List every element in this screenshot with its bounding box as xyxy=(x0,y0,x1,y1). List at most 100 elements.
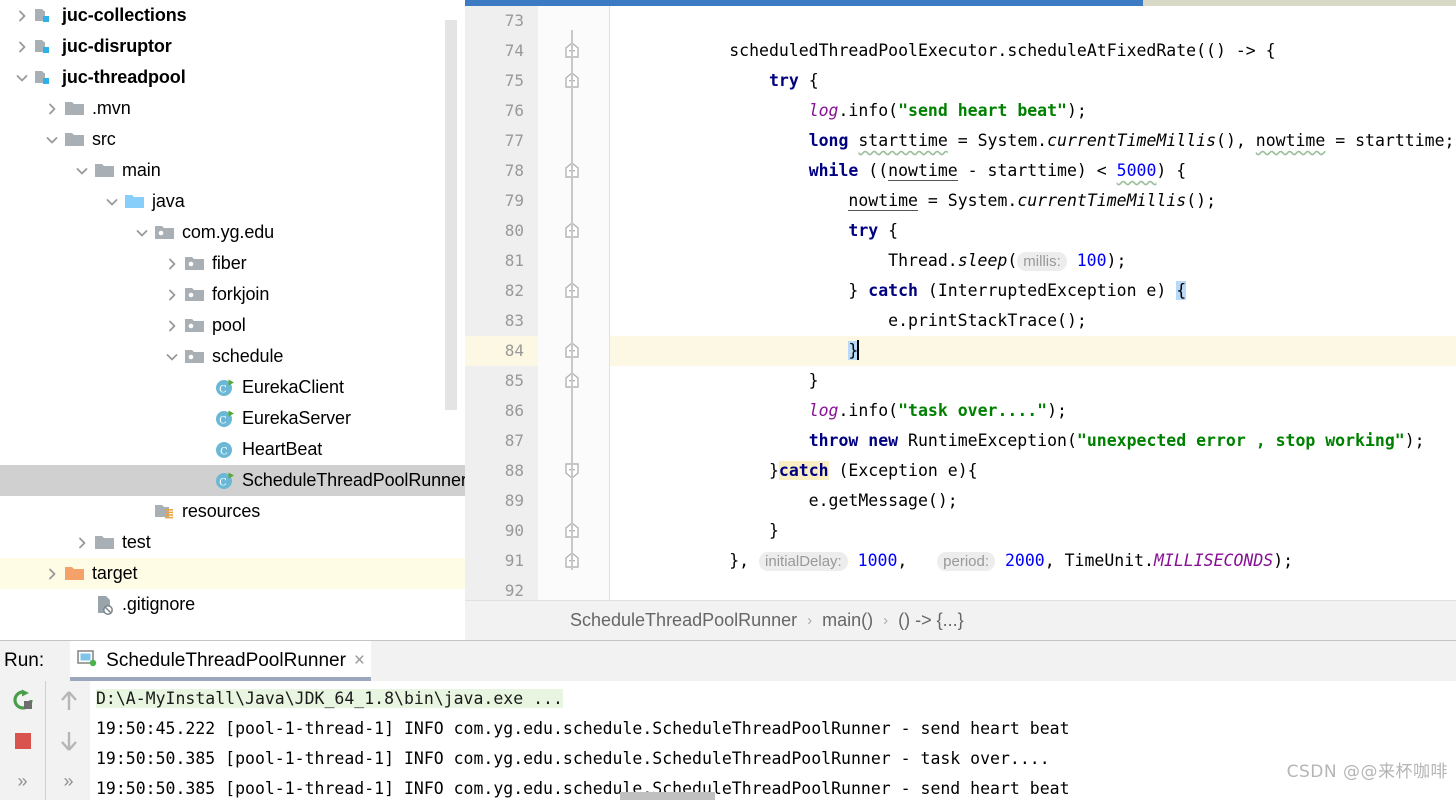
tree-row-eurekaserver[interactable]: C EurekaServer xyxy=(0,403,465,434)
rerun-button[interactable] xyxy=(0,681,45,721)
code-line[interactable]: log.info("task over...."); xyxy=(610,396,1456,426)
tree-row-juc-disruptor[interactable]: juc-disruptor xyxy=(0,31,465,62)
chevron-down-icon[interactable] xyxy=(14,70,30,86)
code-line[interactable]: e.getMessage(); xyxy=(610,486,1456,516)
chevron-down-icon[interactable] xyxy=(134,225,150,241)
chevron-right-icon[interactable] xyxy=(14,8,30,24)
code-line[interactable]: } catch (InterruptedException e) { xyxy=(610,276,1456,306)
line-number[interactable]: 82 xyxy=(505,276,524,306)
breadcrumb-item[interactable]: () -> {...} xyxy=(898,610,964,631)
run-tool-window[interactable]: Run: ScheduleThreadPoolRunner × » » D:\A… xyxy=(0,640,1456,800)
code-line[interactable]: e.printStackTrace(); xyxy=(610,306,1456,336)
console-command-line[interactable]: D:\A-MyInstall\Java\JDK_64_1.8\bin\java.… xyxy=(90,684,1456,714)
breadcrumb-item[interactable]: main() xyxy=(822,610,873,631)
line-number[interactable]: 78 xyxy=(505,156,524,186)
code-editor[interactable]: 73 74 75 76 77 78 79 80 81 82 83 84 85 86 87 88 89 90 91 92… xyxy=(465,0,1456,640)
tree-row-com-yg-edu[interactable]: com.yg.edu xyxy=(0,217,465,248)
tree-row-juc-collections[interactable]: juc-collections xyxy=(0,0,465,31)
line-number[interactable]: 91 xyxy=(505,546,524,576)
line-number[interactable]: 79 xyxy=(505,186,524,216)
chevron-right-icon[interactable] xyxy=(74,535,90,551)
tree-row-schedulethreadpoolrunner[interactable]: C ScheduleThreadPoolRunner xyxy=(0,465,465,496)
code-line[interactable]: } xyxy=(610,516,1456,546)
chevron-right-icon[interactable] xyxy=(164,256,180,272)
console-log-line[interactable]: 19:50:50.385 [pool-1-thread-1] INFO com.… xyxy=(90,744,1456,774)
tree-row-src[interactable]: src xyxy=(0,124,465,155)
code-line[interactable]: try { xyxy=(610,66,1456,96)
scroll-up-button[interactable] xyxy=(46,681,91,721)
editor-code-area[interactable]: scheduledThreadPoolExecutor.scheduleAtFi… xyxy=(610,6,1456,600)
line-number[interactable]: 76 xyxy=(505,96,524,126)
line-number[interactable]: 83 xyxy=(505,306,524,336)
console-output[interactable]: D:\A-MyInstall\Java\JDK_64_1.8\bin\java.… xyxy=(90,681,1456,800)
tree-row-fiber[interactable]: fiber xyxy=(0,248,465,279)
breadcrumb[interactable]: ScheduleThreadPoolRunner › main() › () -> {.… xyxy=(465,600,1456,640)
tree-row-target[interactable]: target xyxy=(0,558,465,589)
console-horizontal-scrollbar[interactable] xyxy=(620,792,715,800)
project-tree-scrollbar[interactable] xyxy=(445,20,457,410)
line-number[interactable]: 75 xyxy=(505,66,524,96)
tree-row-java[interactable]: java xyxy=(0,186,465,217)
more-left-button[interactable]: » xyxy=(0,761,45,800)
editor-fold-column[interactable] xyxy=(538,6,610,600)
close-icon[interactable]: × xyxy=(354,650,365,672)
code-line[interactable]: }, initialDelay: 1000, period: 2000, Tim… xyxy=(610,546,1456,576)
line-number[interactable]: 84 xyxy=(505,336,524,366)
run-tab[interactable]: ScheduleThreadPoolRunner × xyxy=(70,641,372,681)
tree-row-test[interactable]: test xyxy=(0,527,465,558)
chevron-down-icon[interactable] xyxy=(164,349,180,365)
chevron-right-icon[interactable] xyxy=(44,101,60,117)
code-line[interactable]: try { xyxy=(610,216,1456,246)
chevron-down-icon[interactable] xyxy=(44,132,60,148)
editor-gutter[interactable]: 73 74 75 76 77 78 79 80 81 82 83 84 85 86 87 88 89 90 91 92 xyxy=(465,6,538,600)
code-line[interactable]: Thread.sleep(millis: 100); xyxy=(610,246,1456,276)
tree-row-resources[interactable]: resources xyxy=(0,496,465,527)
line-number[interactable]: 86 xyxy=(505,396,524,426)
code-line[interactable]: } xyxy=(610,366,1456,396)
tree-row-eurekaclient[interactable]: C EurekaClient xyxy=(0,372,465,403)
project-tool-window[interactable]: juc-collections juc-disruptor juc-thread… xyxy=(0,0,465,640)
tree-row-pool[interactable]: pool xyxy=(0,310,465,341)
code-line[interactable]: }catch (Exception e){ xyxy=(610,456,1456,486)
code-line[interactable]: scheduledThreadPoolExecutor.scheduleAtFi… xyxy=(610,36,1456,66)
code-line[interactable] xyxy=(610,6,1456,36)
code-line[interactable]: long starttime = System.currentTimeMilli… xyxy=(610,126,1456,156)
code-line[interactable]: log.info("send heart beat"); xyxy=(610,96,1456,126)
line-number[interactable]: 88 xyxy=(505,456,524,486)
scroll-down-button[interactable] xyxy=(46,721,91,761)
line-number[interactable]: 87 xyxy=(505,426,524,456)
tree-row-forkjoin[interactable]: forkjoin xyxy=(0,279,465,310)
tree-row-schedule[interactable]: schedule xyxy=(0,341,465,372)
line-number[interactable]: 73 xyxy=(505,6,524,36)
chevron-right-icon[interactable] xyxy=(164,318,180,334)
code-line[interactable]: throw new RuntimeException("unexpected e… xyxy=(610,426,1456,456)
console-log-line[interactable]: 19:50:45.222 [pool-1-thread-1] INFO com.… xyxy=(90,714,1456,744)
line-number[interactable]: 77 xyxy=(505,126,524,156)
chevron-down-icon[interactable] xyxy=(104,194,120,210)
code-line[interactable]: nowtime = System.currentTimeMillis(); xyxy=(610,186,1456,216)
tree-row-heartbeat[interactable]: C HeartBeat xyxy=(0,434,465,465)
chevron-down-icon[interactable] xyxy=(74,163,90,179)
tree-row--gitignore[interactable]: .gitignore xyxy=(0,589,465,620)
stop-button[interactable] xyxy=(0,721,45,761)
tree-row--mvn[interactable]: .mvn xyxy=(0,93,465,124)
tree-row-main[interactable]: main xyxy=(0,155,465,186)
chevron-right-icon[interactable] xyxy=(164,287,180,303)
run-toolbar[interactable]: » » xyxy=(0,681,90,800)
console-log-line[interactable]: 19:50:50.385 [pool-1-thread-1] INFO com.… xyxy=(90,774,1456,800)
more-right-button[interactable]: » xyxy=(46,761,91,800)
line-number[interactable]: 80 xyxy=(505,216,524,246)
line-number[interactable]: 85 xyxy=(505,366,524,396)
chevron-right-icon[interactable] xyxy=(14,39,30,55)
breadcrumb-item[interactable]: ScheduleThreadPoolRunner xyxy=(570,610,797,631)
line-number[interactable]: 89 xyxy=(505,486,524,516)
code-token: , TimeUnit. xyxy=(1044,551,1154,570)
line-number[interactable]: 74 xyxy=(505,36,524,66)
chevron-right-icon[interactable] xyxy=(44,566,60,582)
project-tree[interactable]: juc-collections juc-disruptor juc-thread… xyxy=(0,0,465,620)
code-line[interactable]: } xyxy=(610,336,1456,366)
line-number[interactable]: 81 xyxy=(505,246,524,276)
code-line[interactable]: while ((nowtime - starttime) < 5000) { xyxy=(610,156,1456,186)
tree-row-juc-threadpool[interactable]: juc-threadpool xyxy=(0,62,465,93)
line-number[interactable]: 90 xyxy=(505,516,524,546)
